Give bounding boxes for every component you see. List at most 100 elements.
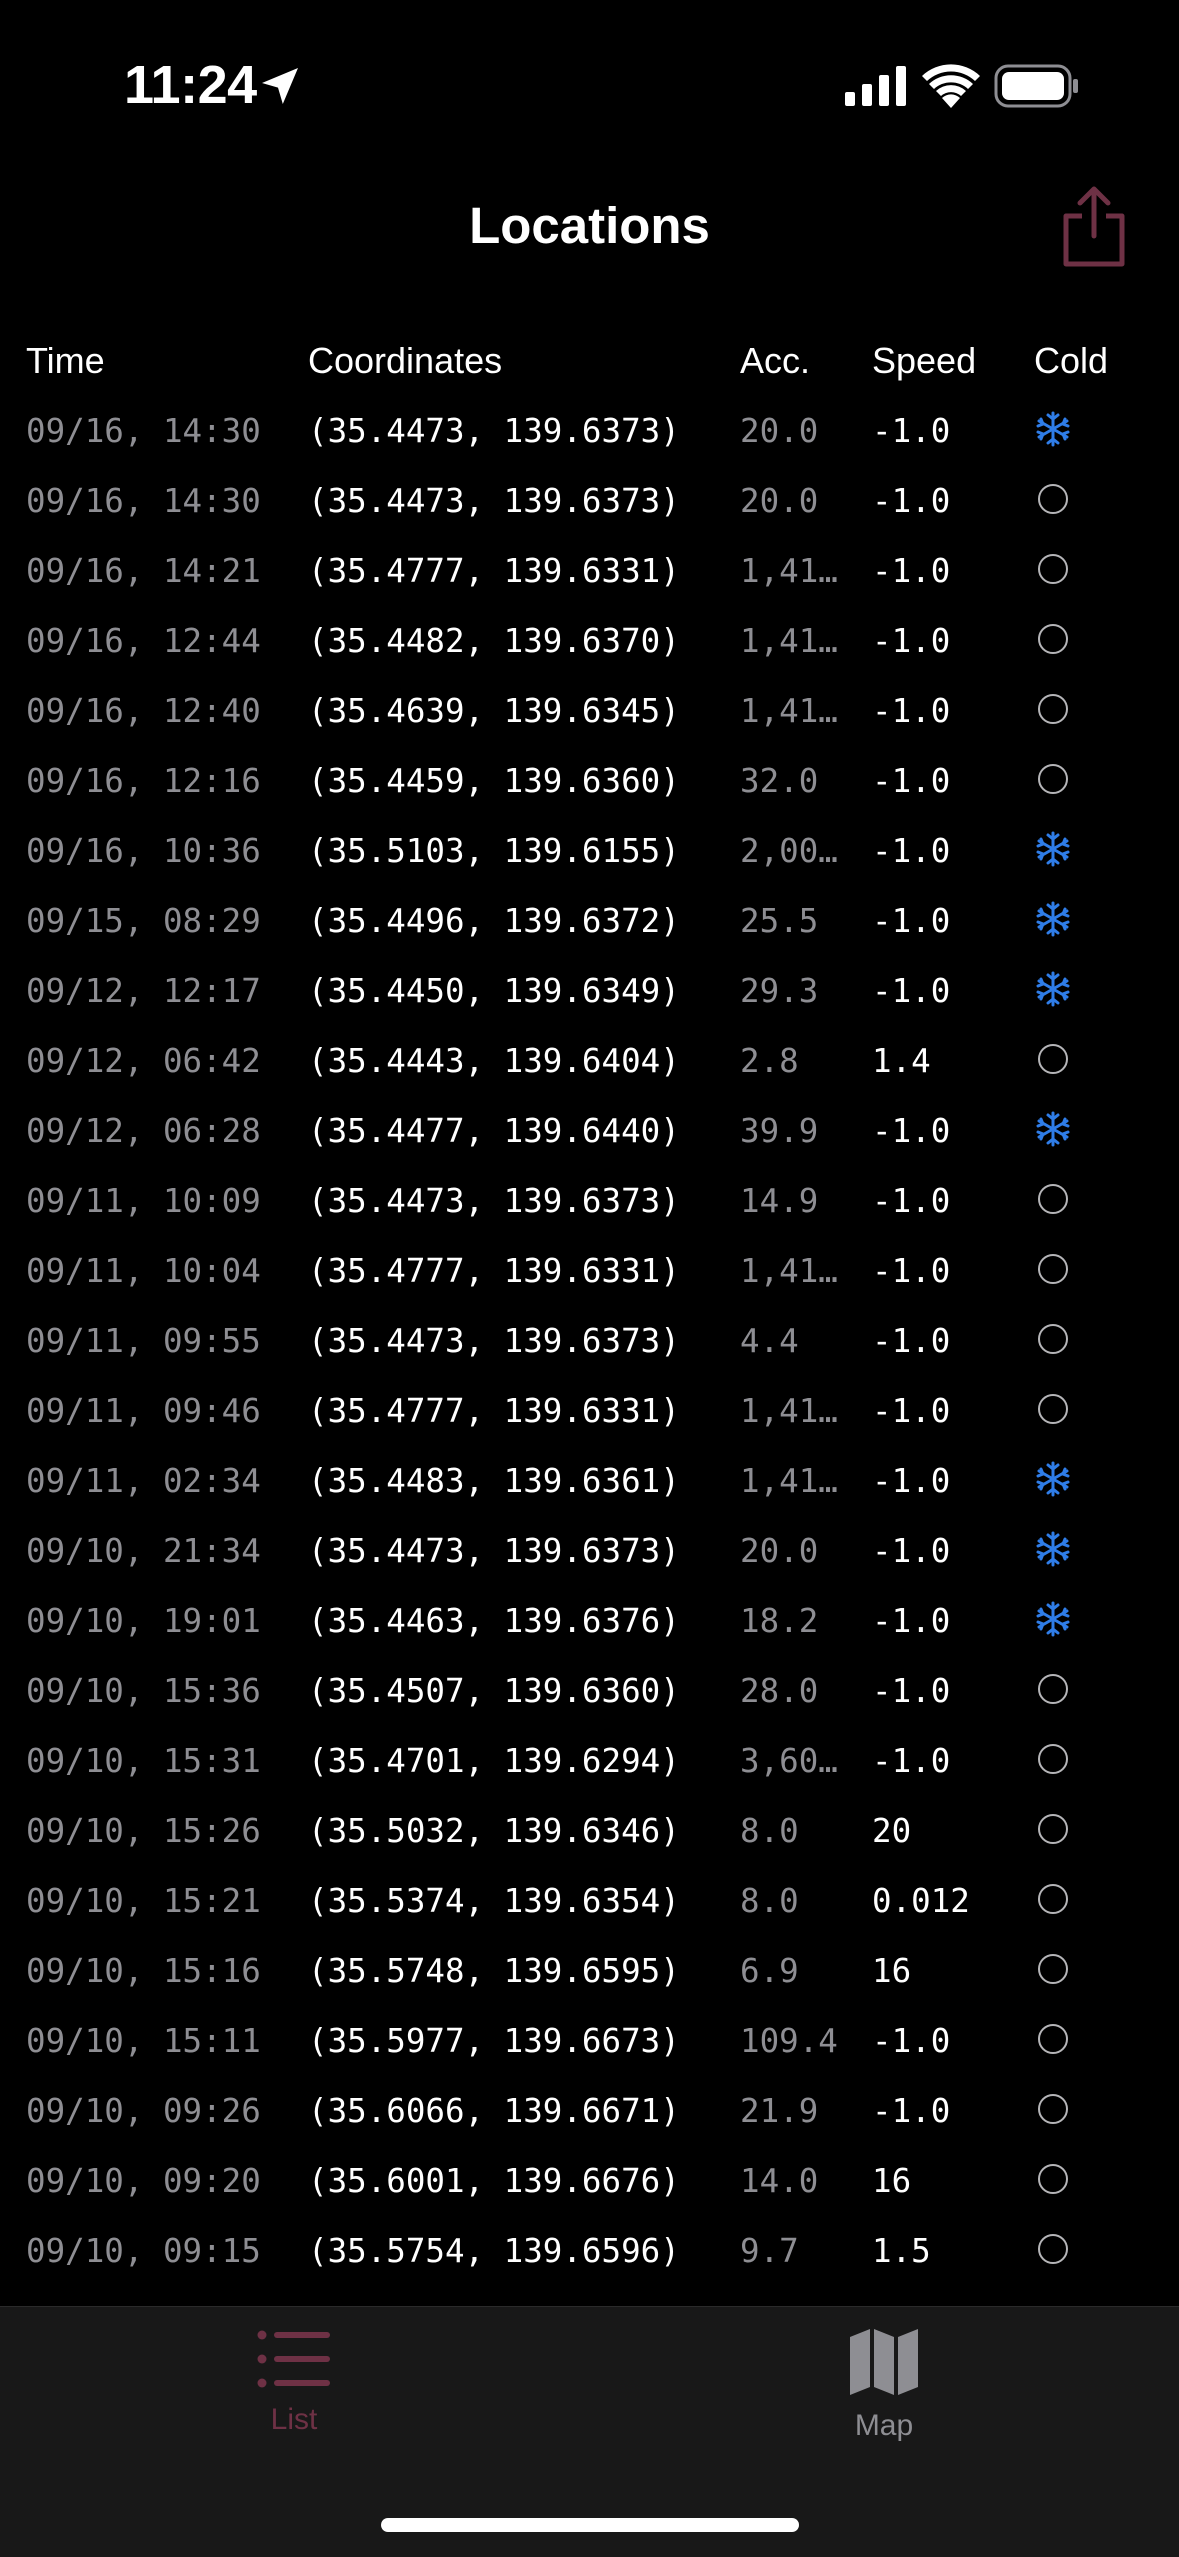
cell-time: 09/10, 09:20 bbox=[26, 2162, 261, 2200]
cell-coordinates: (35.4777, 139.6331) bbox=[308, 1392, 680, 1430]
table-row[interactable]: 09/10, 15:26 (35.5032, 139.6346) 8.0 20 bbox=[0, 1794, 1179, 1864]
cell-coordinates: (35.4477, 139.6440) bbox=[308, 1112, 680, 1150]
snowflake-icon bbox=[1034, 1530, 1074, 1570]
header-coordinates: Coordinates bbox=[308, 340, 503, 381]
table-row[interactable]: 09/10, 21:34 (35.4473, 139.6373) 20.0 -1.0 bbox=[0, 1514, 1179, 1584]
cell-coordinates: (35.5748, 139.6595) bbox=[308, 1952, 680, 1990]
cell-accuracy: 6.9 bbox=[740, 1952, 799, 1990]
home-indicator bbox=[381, 2518, 799, 2532]
table-row[interactable]: 09/12, 06:28 (35.4477, 139.6440) 39.9 -1.0 bbox=[0, 1094, 1179, 1164]
cell-speed: -1.0 bbox=[872, 1602, 951, 1640]
cell-speed: 20 bbox=[872, 1812, 912, 1850]
snowflake-icon bbox=[1034, 1600, 1074, 1640]
cell-accuracy: 109.4 bbox=[740, 2022, 838, 2060]
cell-speed: -1.0 bbox=[872, 1742, 951, 1780]
tab-map[interactable]: Map bbox=[764, 2327, 1004, 2467]
cell-coordinates: (35.6066, 139.6671) bbox=[308, 2092, 680, 2130]
table-row[interactable]: 09/16, 14:30 (35.4473, 139.6373) 20.0 -1.0 bbox=[0, 464, 1179, 534]
empty-circle-icon bbox=[1034, 2090, 1074, 2130]
cell-coordinates: (35.4496, 139.6372) bbox=[308, 902, 680, 940]
table-row[interactable]: 09/16, 12:40 (35.4639, 139.6345) 1,41… -1.0 bbox=[0, 674, 1179, 744]
table-row[interactable]: 09/12, 12:17 (35.4450, 139.6349) 29.3 -1.0 bbox=[0, 954, 1179, 1024]
share-icon[interactable] bbox=[1058, 186, 1130, 268]
table-header: Time Coordinates Acc. Speed Cold bbox=[0, 330, 1179, 394]
table-row[interactable]: 09/11, 09:55 (35.4473, 139.6373) 4.4 -1.0 bbox=[0, 1304, 1179, 1374]
empty-circle-icon bbox=[1034, 1950, 1074, 1990]
cell-coordinates: (35.4473, 139.6373) bbox=[308, 1322, 680, 1360]
snowflake-icon bbox=[1034, 900, 1074, 940]
tab-map-label: Map bbox=[854, 2409, 914, 2442]
status-time: 11:24 bbox=[124, 55, 257, 115]
cell-accuracy: 39.9 bbox=[740, 1112, 819, 1150]
cell-speed: -1.0 bbox=[872, 832, 951, 870]
cell-coordinates: (35.4473, 139.6373) bbox=[308, 412, 680, 450]
snowflake-icon bbox=[1034, 410, 1074, 450]
table-row[interactable]: 09/11, 09:46 (35.4777, 139.6331) 1,41… -1.0 bbox=[0, 1374, 1179, 1444]
cell-speed: -1.0 bbox=[872, 1392, 951, 1430]
table-row[interactable]: 09/16, 12:44 (35.4482, 139.6370) 1,41… -1.0 bbox=[0, 604, 1179, 674]
cell-accuracy: 14.0 bbox=[740, 2162, 819, 2200]
tab-list-label: List bbox=[270, 2403, 318, 2436]
battery-icon bbox=[994, 64, 1078, 108]
cell-accuracy: 14.9 bbox=[740, 1182, 819, 1220]
empty-circle-icon bbox=[1034, 690, 1074, 730]
cell-coordinates: (35.4463, 139.6376) bbox=[308, 1602, 680, 1640]
cell-coordinates: (35.4701, 139.6294) bbox=[308, 1742, 680, 1780]
cell-coordinates: (35.4507, 139.6360) bbox=[308, 1672, 680, 1710]
cell-accuracy: 3,60… bbox=[740, 1742, 838, 1780]
cell-time: 09/16, 12:16 bbox=[26, 762, 261, 800]
cell-time: 09/10, 19:01 bbox=[26, 1602, 261, 1640]
cell-coordinates: (35.4473, 139.6373) bbox=[308, 1182, 680, 1220]
table-row[interactable]: 09/10, 15:31 (35.4701, 139.6294) 3,60… -1.0 bbox=[0, 1724, 1179, 1794]
cell-accuracy: 1,41… bbox=[740, 1462, 838, 1500]
empty-circle-icon bbox=[1034, 1810, 1074, 1850]
cell-speed: 1.5 bbox=[872, 2232, 931, 2270]
cell-time: 09/10, 09:26 bbox=[26, 2092, 261, 2130]
table-row[interactable]: 09/12, 06:42 (35.4443, 139.6404) 2.8 1.4 bbox=[0, 1024, 1179, 1094]
cell-time: 09/10, 09:15 bbox=[26, 2232, 261, 2270]
cell-speed: -1.0 bbox=[872, 762, 951, 800]
table-row[interactable]: 09/10, 09:20 (35.6001, 139.6676) 14.0 16 bbox=[0, 2144, 1179, 2214]
table-row[interactable]: 09/10, 15:11 (35.5977, 139.6673) 109.4 -1.0 bbox=[0, 2004, 1179, 2074]
table-row[interactable]: 09/11, 10:09 (35.4473, 139.6373) 14.9 -1.0 bbox=[0, 1164, 1179, 1234]
cell-coordinates: (35.5032, 139.6346) bbox=[308, 1812, 680, 1850]
cell-accuracy: 1,41… bbox=[740, 692, 838, 730]
cell-accuracy: 32.0 bbox=[740, 762, 819, 800]
empty-circle-icon bbox=[1034, 760, 1074, 800]
cell-time: 09/10, 15:36 bbox=[26, 1672, 261, 1710]
cell-accuracy: 28.0 bbox=[740, 1672, 819, 1710]
cell-coordinates: (35.4639, 139.6345) bbox=[308, 692, 680, 730]
cell-speed: -1.0 bbox=[872, 2092, 951, 2130]
table-row[interactable]: 09/11, 02:34 (35.4483, 139.6361) 1,41… -1.0 bbox=[0, 1444, 1179, 1514]
table-row[interactable]: 09/15, 08:29 (35.4496, 139.6372) 25.5 -1.0 bbox=[0, 884, 1179, 954]
table-row[interactable]: 09/16, 10:36 (35.5103, 139.6155) 2,00… -1.0 bbox=[0, 814, 1179, 884]
table-row[interactable]: 09/10, 09:15 (35.5754, 139.6596) 9.7 1.5 bbox=[0, 2214, 1179, 2284]
cell-coordinates: (35.4443, 139.6404) bbox=[308, 1042, 680, 1080]
cell-accuracy: 2.8 bbox=[740, 1042, 799, 1080]
table-row[interactable]: 09/10, 15:21 (35.5374, 139.6354) 8.0 0.012 bbox=[0, 1864, 1179, 1934]
tab-list[interactable]: List bbox=[174, 2327, 414, 2467]
cell-speed: 16 bbox=[872, 1952, 912, 1990]
cell-accuracy: 1,41… bbox=[740, 1392, 838, 1430]
table-row[interactable]: 09/16, 14:21 (35.4777, 139.6331) 1,41… -1.0 bbox=[0, 534, 1179, 604]
table-row[interactable]: 09/10, 19:01 (35.4463, 139.6376) 18.2 -1.0 bbox=[0, 1584, 1179, 1654]
table-row[interactable]: 09/11, 10:04 (35.4777, 139.6331) 1,41… -1.0 bbox=[0, 1234, 1179, 1304]
cell-accuracy: 1,41… bbox=[740, 1252, 838, 1290]
empty-circle-icon bbox=[1034, 1740, 1074, 1780]
cell-speed: -1.0 bbox=[872, 412, 951, 450]
cell-speed: -1.0 bbox=[872, 1672, 951, 1710]
table-row[interactable]: 09/16, 14:30 (35.4473, 139.6373) 20.0 -1.0 bbox=[0, 394, 1179, 464]
cell-time: 09/10, 15:11 bbox=[26, 2022, 261, 2060]
cell-coordinates: (35.6001, 139.6676) bbox=[308, 2162, 680, 2200]
table-row[interactable]: 09/10, 15:36 (35.4507, 139.6360) 28.0 -1.0 bbox=[0, 1654, 1179, 1724]
empty-circle-icon bbox=[1034, 480, 1074, 520]
header-time: Time bbox=[26, 340, 105, 381]
table-row[interactable]: 09/10, 15:16 (35.5748, 139.6595) 6.9 16 bbox=[0, 1934, 1179, 2004]
cell-speed: -1.0 bbox=[872, 902, 951, 940]
cell-time: 09/16, 14:30 bbox=[26, 482, 261, 520]
cellular-signal-icon bbox=[845, 66, 906, 106]
empty-circle-icon bbox=[1034, 550, 1074, 590]
empty-circle-icon bbox=[1034, 1390, 1074, 1430]
table-row[interactable]: 09/10, 09:26 (35.6066, 139.6671) 21.9 -1.0 bbox=[0, 2074, 1179, 2144]
table-row[interactable]: 09/16, 12:16 (35.4459, 139.6360) 32.0 -1.0 bbox=[0, 744, 1179, 814]
